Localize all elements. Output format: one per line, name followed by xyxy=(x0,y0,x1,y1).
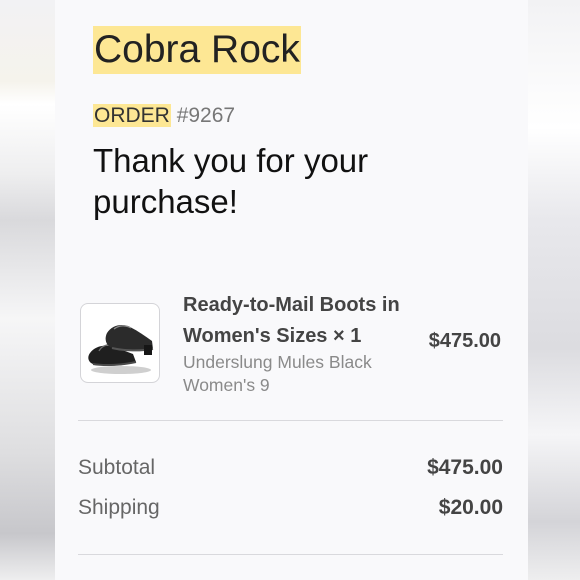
order-number-line: ORDER #9267 xyxy=(93,104,235,128)
product-variant: Underslung Mules Black Women's 9 xyxy=(183,352,372,395)
thank-you-heading: Thank you for your purchase! xyxy=(93,142,369,220)
subtotal-label: Subtotal xyxy=(78,456,156,479)
divider-bottom xyxy=(78,554,503,555)
store-name[interactable]: Cobra Rock xyxy=(93,26,301,74)
product-title: Ready-to-Mail Boots in Women's Sizes × 1 xyxy=(183,294,400,347)
background-right xyxy=(528,0,580,580)
order-label: ORDER xyxy=(93,104,171,127)
divider-top xyxy=(78,420,503,421)
order-number: #9267 xyxy=(176,104,236,127)
background-left xyxy=(0,0,55,580)
subtotal-value: $475.00 xyxy=(427,456,503,479)
shipping-label: Shipping xyxy=(78,496,160,519)
product-thumbnail xyxy=(80,303,160,383)
product-price: $475.00 xyxy=(428,330,501,352)
black-leather-mules-icon xyxy=(88,325,154,374)
shipping-value: $20.00 xyxy=(438,496,503,519)
